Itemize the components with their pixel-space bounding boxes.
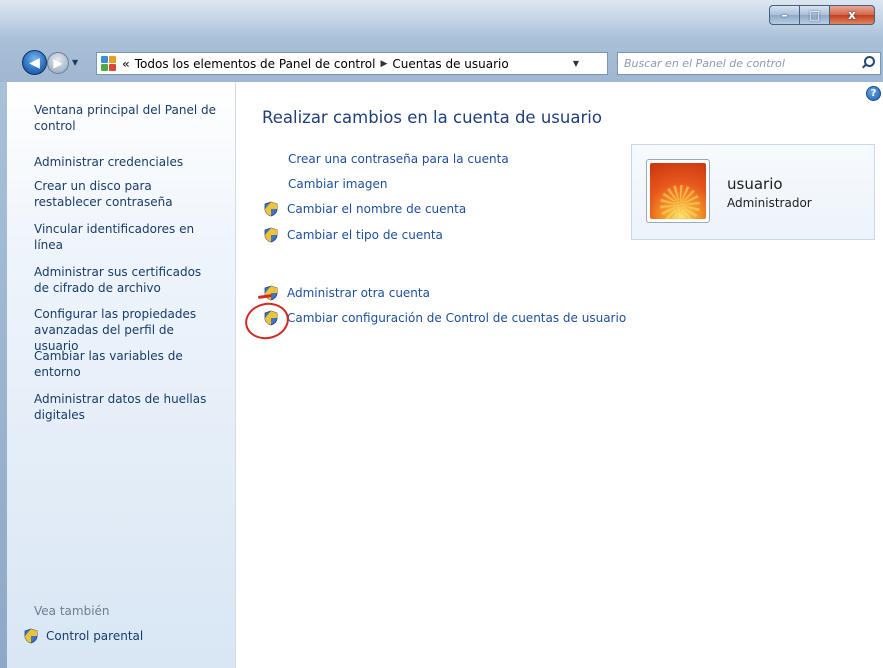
sidebar-item-link-online-ids[interactable]: Vincular identificadores en línea	[34, 221, 219, 253]
forward-button[interactable]: ▶	[47, 52, 69, 74]
sidebar-item-encryption-certificates[interactable]: Administrar sus certificados de cifrado …	[34, 264, 219, 296]
page-title: Realizar cambios en la cuenta de usuario	[262, 108, 602, 127]
see-also-heading: Vea también	[34, 604, 110, 618]
task-label: Administrar otra cuenta	[287, 286, 430, 300]
maximize-button[interactable]: □	[799, 5, 829, 25]
avatar[interactable]	[646, 159, 710, 223]
search-input[interactable]	[624, 57, 854, 70]
parental-control-label: Control parental	[46, 629, 144, 643]
close-button[interactable]: x	[829, 5, 875, 25]
task-change-picture[interactable]: Cambiar imagen	[288, 177, 387, 191]
control-panel-icon	[101, 55, 117, 72]
task-create-password[interactable]: Crear una contraseña para la cuenta	[288, 152, 509, 166]
uac-shield-icon	[263, 201, 279, 217]
sidebar-item-parental-control[interactable]: Control parental	[23, 628, 143, 644]
annotation-circle	[241, 298, 293, 344]
task-change-uac-settings[interactable]: Cambiar configuración de Control de cuen…	[263, 310, 626, 326]
navigation-bar: ◀ ▶ ▼ « Todos los elementos de Panel de …	[0, 46, 883, 80]
task-label: Cambiar configuración de Control de cuen…	[287, 311, 627, 325]
sidebar-item-manage-credentials[interactable]: Administrar credenciales	[34, 154, 219, 170]
recent-pages-dropdown-icon[interactable]: ▼	[72, 58, 80, 67]
help-icon[interactable]: ?	[866, 86, 881, 101]
breadcrumb-user-accounts[interactable]: Cuentas de usuario	[392, 57, 508, 71]
task-manage-another-account[interactable]: Administrar otra cuenta	[263, 285, 430, 301]
breadcrumb-overflow[interactable]: «	[122, 57, 130, 71]
address-dropdown-icon[interactable]: ▼	[573, 59, 579, 68]
minimize-button[interactable]: –	[769, 5, 799, 25]
uac-shield-icon	[263, 285, 279, 301]
sidebar: Ventana principal del Panel de control A…	[7, 82, 236, 668]
sidebar-item-environment-variables[interactable]: Cambiar las variables de entorno	[34, 348, 219, 380]
breadcrumb-separator-icon[interactable]: ▶	[380, 59, 387, 69]
task-label: Cambiar el nombre de cuenta	[287, 202, 467, 216]
search-box[interactable]	[617, 52, 881, 75]
task-change-account-name[interactable]: Cambiar el nombre de cuenta	[263, 201, 466, 217]
caption-buttons: – □ x	[769, 5, 875, 25]
user-role: Administrador	[727, 196, 812, 210]
task-change-account-type[interactable]: Cambiar el tipo de cuenta	[263, 227, 443, 243]
user-picture	[650, 163, 706, 219]
sidebar-item-password-reset-disk[interactable]: Crear un disco para restablecer contrase…	[34, 178, 219, 210]
back-button[interactable]: ◀	[22, 50, 47, 75]
search-icon[interactable]	[861, 56, 875, 69]
task-label: Cambiar el tipo de cuenta	[287, 228, 443, 242]
breadcrumb-all-items[interactable]: Todos los elementos de Panel de control	[135, 57, 376, 71]
user-name: usuario	[727, 175, 783, 193]
sidebar-item-control-panel-home[interactable]: Ventana principal del Panel de control	[34, 102, 219, 134]
task-label: Cambiar imagen	[288, 177, 388, 191]
address-bar[interactable]: « Todos los elementos de Panel de contro…	[96, 52, 608, 75]
sidebar-item-advanced-profile[interactable]: Configurar las propiedades avanzadas del…	[34, 306, 219, 354]
sidebar-item-fingerprint-data[interactable]: Administrar datos de huellas digitales	[34, 391, 219, 423]
uac-shield-icon	[23, 628, 39, 644]
uac-shield-icon	[263, 227, 279, 243]
task-label: Crear una contraseña para la cuenta	[288, 152, 509, 166]
user-account-card: usuario Administrador	[631, 144, 875, 240]
window-frame	[0, 82, 7, 668]
